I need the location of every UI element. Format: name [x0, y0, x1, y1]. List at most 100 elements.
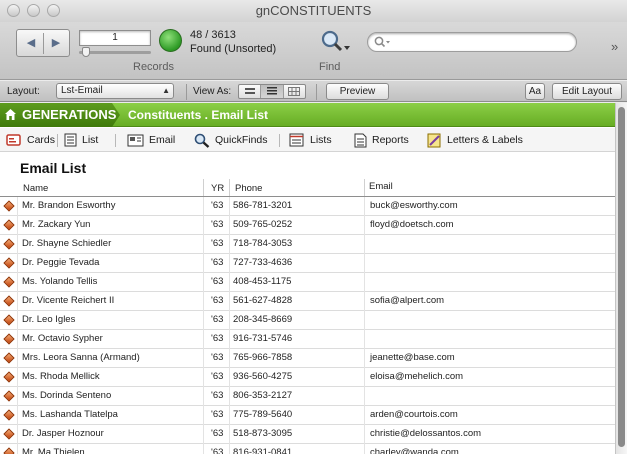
toolbar-overflow-icon[interactable]: »: [611, 39, 618, 54]
row-divider: [17, 349, 18, 368]
find-magnifier-icon[interactable]: [318, 29, 350, 57]
nav-list[interactable]: List: [64, 132, 98, 148]
module-nav-strip: Cards List Email QuickFinds Lists Report…: [0, 128, 615, 152]
minimize-window-button[interactable]: [27, 4, 40, 17]
row-yr: '63: [211, 428, 224, 439]
row-phone: 727-733-4636: [233, 257, 293, 268]
table-row[interactable]: Ms. Yolando Tellis '63 408-453-1175: [0, 273, 615, 292]
email-icon: [127, 134, 144, 146]
nav-email[interactable]: Email: [127, 132, 175, 148]
zoom-window-button[interactable]: [47, 4, 60, 17]
row-divider: [229, 216, 230, 235]
column-header-phone[interactable]: Phone: [235, 183, 262, 194]
go-to-record-icon[interactable]: [3, 333, 15, 345]
nav-cards[interactable]: Cards: [6, 132, 55, 148]
nav-quickfinds[interactable]: QuickFinds: [194, 132, 268, 148]
row-yr: '63: [211, 238, 224, 249]
column-header-email[interactable]: Email: [369, 181, 393, 192]
column-header-yr[interactable]: YR: [211, 183, 224, 194]
row-divider: [203, 254, 204, 273]
row-email[interactable]: jeanette@base.com: [370, 349, 455, 367]
preview-button[interactable]: Preview: [326, 83, 389, 100]
row-email[interactable]: buck@esworthy.com: [370, 197, 458, 215]
row-phone: 816-931-0841: [233, 447, 293, 454]
nav-lists[interactable]: Lists: [289, 132, 332, 148]
go-to-record-icon[interactable]: [3, 295, 15, 307]
row-email[interactable]: charley@wanda.com: [370, 444, 459, 454]
column-header-name[interactable]: Name: [23, 183, 48, 194]
table-row[interactable]: Ms. Lashanda Tlatelpa '63 775-789-5640 arde…: [0, 406, 615, 425]
form-view-button[interactable]: [239, 85, 262, 98]
table-row[interactable]: Mr. Brandon Esworthy '63 586-781-3201 buck@…: [0, 197, 615, 216]
row-phone: 916-731-5746: [233, 333, 293, 344]
record-count: 48 / 3613 Found (Unsorted): [190, 28, 276, 56]
select-arrows-icon: ▲: [162, 86, 170, 95]
row-name: Ms. Dorinda Senteno: [22, 390, 112, 401]
row-divider: [229, 235, 230, 254]
divider: [316, 84, 317, 100]
row-email[interactable]: arden@courtois.com: [370, 406, 458, 424]
row-name: Mr. Zackary Yun: [22, 219, 91, 230]
go-to-record-icon[interactable]: [3, 276, 15, 288]
edit-layout-button[interactable]: Edit Layout: [552, 83, 622, 100]
vertical-scrollbar[interactable]: [615, 103, 627, 454]
list-view-button[interactable]: [261, 85, 284, 98]
row-divider: [203, 387, 204, 406]
go-to-record-icon[interactable]: [3, 238, 15, 250]
table-row[interactable]: Mrs. Leora Sanna (Armand) '63 765-966-7858…: [0, 349, 615, 368]
previous-record-icon[interactable]: ◀: [22, 34, 40, 52]
scrollbar-thumb[interactable]: [618, 107, 625, 447]
go-to-record-icon[interactable]: [3, 428, 15, 440]
go-to-record-icon[interactable]: [3, 352, 15, 364]
layout-select[interactable]: Lst-Email ▲: [56, 83, 174, 99]
go-to-record-icon[interactable]: [3, 257, 15, 269]
row-email[interactable]: christie@delossantos.com: [370, 425, 481, 443]
go-to-record-icon[interactable]: [3, 409, 15, 421]
table-row[interactable]: Mr. Octavio Sypher '63 916-731-5746: [0, 330, 615, 349]
table-row[interactable]: Dr. Vicente Reichert II '63 561-627-4828 so…: [0, 292, 615, 311]
table-row[interactable]: Ms. Dorinda Senteno '63 806-353-2127: [0, 387, 615, 406]
row-email[interactable]: floyd@doetsch.com: [370, 216, 454, 234]
text-format-button[interactable]: Aa: [525, 83, 545, 100]
generations-home-button[interactable]: GENERATIONS: [0, 103, 120, 127]
row-name: Ms. Lashanda Tlatelpa: [22, 409, 118, 420]
current-record-field[interactable]: 1: [79, 30, 151, 46]
row-divider: [203, 197, 204, 216]
table-row[interactable]: Dr. Leo Igles '63 208-345-8669: [0, 311, 615, 330]
table-row[interactable]: Dr. Jasper Hoznour '63 518-873-3095 christi…: [0, 425, 615, 444]
row-email[interactable]: sofia@alpert.com: [370, 292, 444, 310]
close-window-button[interactable]: [7, 4, 20, 17]
row-divider: [17, 368, 18, 387]
go-to-record-icon[interactable]: [3, 447, 15, 454]
window-title: gnCONSTITUENTS: [255, 3, 372, 18]
next-record-icon[interactable]: ▶: [47, 34, 65, 52]
quick-find-search-input[interactable]: [367, 32, 577, 52]
layout-label: Layout:: [7, 86, 40, 97]
view-as-segmented-control[interactable]: [238, 84, 306, 99]
go-to-record-icon[interactable]: [3, 200, 15, 212]
row-phone: 718-784-3053: [233, 238, 293, 249]
row-divider: [229, 273, 230, 292]
nav-letters-labels-label: Letters & Labels: [447, 134, 523, 146]
table-row[interactable]: Mr. Zackary Yun '63 509-765-0252 floyd@doet…: [0, 216, 615, 235]
nav-letters-labels[interactable]: Letters & Labels: [427, 132, 523, 148]
table-row[interactable]: Dr. Peggie Tevada '63 727-733-4636: [0, 254, 615, 273]
table-row[interactable]: Ms. Rhoda Mellick '63 936-560-4275 eloisa@m…: [0, 368, 615, 387]
record-slider-thumb[interactable]: [82, 47, 90, 57]
go-to-record-icon[interactable]: [3, 219, 15, 231]
go-to-record-icon[interactable]: [3, 314, 15, 326]
row-divider: [364, 197, 365, 216]
table-row[interactable]: Mr. Ma Thielen '63 816-931-0841 charley@wan…: [0, 444, 615, 454]
row-divider: [17, 406, 18, 425]
record-navigator[interactable]: ◀ ▶: [16, 29, 70, 57]
go-to-record-icon[interactable]: [3, 371, 15, 383]
table-row[interactable]: Dr. Shayne Schiedler '63 718-784-3053: [0, 235, 615, 254]
go-to-record-icon[interactable]: [3, 390, 15, 402]
row-divider: [203, 368, 204, 387]
row-email[interactable]: eloisa@mehelich.com: [370, 368, 463, 386]
table-view-button[interactable]: [284, 85, 305, 98]
nav-list-label: List: [82, 134, 99, 146]
list-title: Email List: [20, 160, 87, 176]
records-label: Records: [133, 61, 174, 73]
nav-reports[interactable]: Reports: [354, 132, 409, 148]
